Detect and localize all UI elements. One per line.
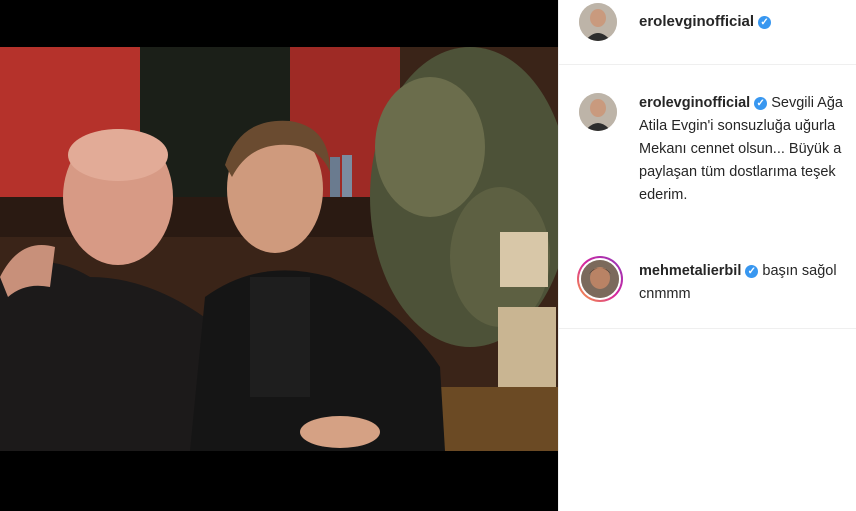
verified-badge-icon: ✓: [754, 97, 768, 110]
caption-line-1: Sevgili Ağa: [771, 95, 843, 111]
verified-badge-icon: ✓: [745, 265, 759, 278]
caption-line-3: Mekanı cennet olsun... Büyük a: [639, 141, 842, 157]
comment-text-cont: cnmmm: [639, 286, 691, 302]
caption-avatar[interactable]: [579, 93, 617, 131]
caption-line-5: ederim.: [639, 187, 688, 203]
post-photo[interactable]: [0, 47, 558, 451]
verified-badge-icon: ✓: [758, 16, 772, 29]
story-ring[interactable]: [577, 256, 623, 302]
post-caption: erolevginofficial ✓ Sevgili Ağa Atila Evg…: [639, 92, 856, 207]
header-username-text[interactable]: erolevginofficial: [639, 13, 754, 30]
divider: [559, 328, 856, 329]
comment-text: başın sağol: [762, 263, 837, 279]
header-username[interactable]: erolevginofficial ✓: [639, 13, 772, 30]
caption-line-2: Atila Evgin'i sonsuzluğa uğurla: [639, 118, 836, 134]
avatar[interactable]: [579, 3, 617, 41]
caption-line-4: paylaşan tüm dostlarıma teşek: [639, 164, 836, 180]
caption-username[interactable]: erolevginofficial: [639, 95, 750, 111]
post-media: [0, 0, 558, 511]
post-sidebar: erolevginofficial ✓ erolevginofficial ✓ Se…: [558, 0, 856, 511]
comment-avatar[interactable]: [581, 260, 619, 298]
comment: mehmetalierbil ✓ başın sağol cnmmm: [639, 260, 856, 306]
comment-username[interactable]: mehmetalierbil: [639, 263, 741, 279]
post-header: erolevginofficial ✓: [559, 0, 856, 65]
